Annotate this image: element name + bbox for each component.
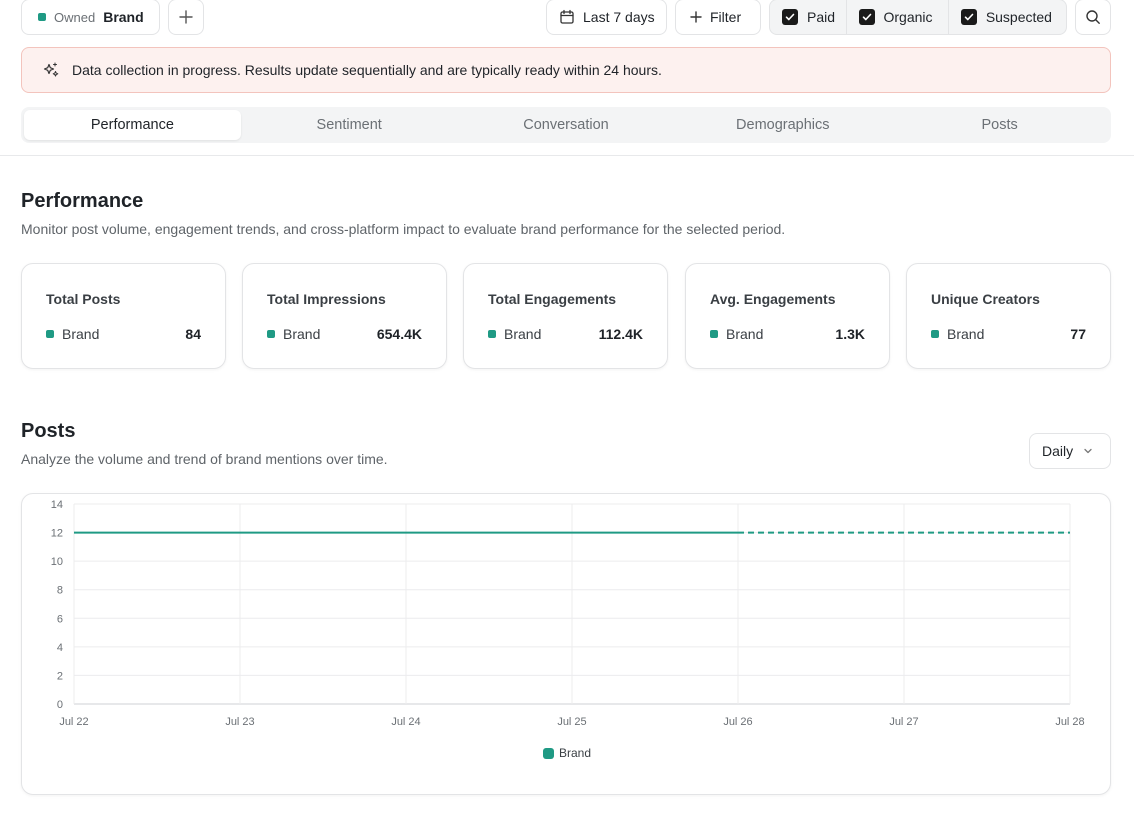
- legend-swatch: [542, 747, 554, 759]
- x-tick-label: Jul 26: [723, 716, 752, 728]
- stat-card-avg-engagements: Avg. Engagements Brand 1.3K: [685, 263, 890, 369]
- stat-card-label: Brand: [62, 326, 100, 342]
- brand-color-swatch: [488, 330, 496, 338]
- top-bar: Owned Brand Last 7 days Filter Paid Orga…: [0, 0, 1134, 40]
- brand-color-swatch: [931, 330, 939, 338]
- x-tick-label: Jul 28: [1055, 716, 1084, 728]
- plus-icon: [179, 10, 193, 24]
- brand-chip[interactable]: Owned Brand: [21, 0, 160, 35]
- header-divider: [0, 155, 1134, 156]
- filter-label: Filter: [710, 9, 742, 25]
- stat-card-title: Unique Creators: [931, 291, 1040, 307]
- filter-button[interactable]: Filter: [675, 0, 761, 35]
- toggle-paid-label: Paid: [807, 9, 836, 25]
- stat-card-label: Brand: [947, 326, 985, 342]
- stat-card-row: Brand 77: [931, 326, 1086, 342]
- stat-card-label: Brand: [504, 326, 542, 342]
- y-tick-label: 4: [57, 642, 63, 654]
- stat-card-title: Total Impressions: [267, 291, 386, 307]
- x-tick-label: Jul 27: [889, 716, 918, 728]
- stat-card-unique-creators: Unique Creators Brand 77: [906, 263, 1111, 369]
- interval-select[interactable]: Daily: [1029, 433, 1111, 469]
- y-tick-label: 0: [57, 699, 63, 711]
- toggle-organic-label: Organic: [883, 9, 933, 25]
- stat-card-title: Avg. Engagements: [710, 291, 836, 307]
- stat-card-value: 84: [185, 326, 201, 342]
- tab-demographics[interactable]: Demographics: [674, 110, 891, 140]
- tab-performance[interactable]: Performance: [24, 110, 241, 140]
- plus-icon: [690, 11, 702, 23]
- checkbox-checked-icon: [960, 9, 977, 25]
- add-brand-button[interactable]: [168, 0, 204, 35]
- stat-card-row: Brand 84: [46, 326, 201, 342]
- posts-title: Posts: [21, 420, 76, 442]
- sparkles-icon: [43, 62, 59, 77]
- y-tick-label: 2: [57, 670, 63, 682]
- stat-card-row: Brand 112.4K: [488, 326, 643, 342]
- stat-card-label: Brand: [726, 326, 764, 342]
- date-range-label: Last 7 days: [583, 9, 655, 25]
- brand-label: Brand: [103, 9, 144, 25]
- stat-card-value: 112.4K: [598, 326, 643, 342]
- y-tick-label: 12: [51, 528, 63, 540]
- stat-card-value: 654.4K: [376, 326, 422, 342]
- legend-label[interactable]: Brand: [559, 746, 591, 760]
- brand-color-swatch: [267, 330, 275, 338]
- post-type-toggle-group: Paid Organic Suspected: [769, 0, 1067, 35]
- stat-card-total-posts: Total Posts Brand 84: [21, 263, 226, 369]
- x-tick-label: Jul 22: [59, 716, 88, 728]
- tab-bar: Performance Sentiment Conversation Demog…: [21, 107, 1111, 143]
- toggle-suspected-label: Suspected: [985, 9, 1052, 25]
- search-icon: [1086, 10, 1100, 24]
- tab-sentiment[interactable]: Sentiment: [241, 110, 458, 140]
- chevron-down-icon: [1084, 448, 1092, 454]
- x-tick-label: Jul 24: [391, 716, 420, 728]
- tab-posts[interactable]: Posts: [891, 110, 1108, 140]
- x-tick-label: Jul 25: [557, 716, 586, 728]
- data-collection-notice: Data collection in progress. Results upd…: [21, 47, 1111, 93]
- brand-color-swatch: [38, 13, 46, 21]
- search-button[interactable]: [1075, 0, 1111, 35]
- x-tick-label: Jul 23: [225, 716, 254, 728]
- toggle-suspected[interactable]: Suspected: [949, 0, 1066, 34]
- toggle-organic[interactable]: Organic: [847, 0, 949, 34]
- stat-card-value: 77: [1070, 326, 1086, 342]
- stat-card-value: 1.3K: [835, 326, 865, 342]
- checkbox-checked-icon: [782, 9, 798, 25]
- interval-select-value: Daily: [1042, 443, 1074, 459]
- stat-card-total-engagements: Total Engagements Brand 112.4K: [463, 263, 668, 369]
- tab-conversation[interactable]: Conversation: [458, 110, 675, 140]
- owned-label: Owned: [54, 9, 96, 25]
- checkbox-checked-icon: [858, 9, 875, 25]
- y-tick-label: 8: [57, 585, 63, 597]
- calendar-icon: [560, 9, 574, 24]
- stat-card-row: Brand 1.3K: [710, 326, 865, 342]
- stat-card-total-impressions: Total Impressions Brand 654.4K: [242, 263, 447, 369]
- posts-line-chart: 0 2 4 6 8 10 12 14 Jul 22 Jul 23 Jul 24 Jul 25 Jul 2…: [51, 499, 1085, 728]
- brand-color-swatch: [46, 330, 54, 338]
- stat-card-title: Total Engagements: [488, 291, 617, 307]
- toggle-paid[interactable]: Paid: [770, 0, 847, 34]
- brand-color-swatch: [710, 330, 718, 338]
- posts-chart-card: 0 2 4 6 8 10 12 14 Jul 22 Jul 23 Jul 24 Jul 25 Jul 2…: [21, 493, 1111, 795]
- stat-card-row: Brand 654.4K: [267, 326, 422, 342]
- y-tick-label: 10: [51, 556, 63, 568]
- date-range-button[interactable]: Last 7 days: [546, 0, 667, 35]
- performance-subtitle: Monitor post volume, engagement trends, …: [21, 221, 786, 237]
- y-tick-label: 6: [57, 613, 63, 625]
- stat-card-title: Total Posts: [46, 291, 121, 307]
- y-tick-label: 14: [51, 499, 63, 511]
- chart-legend: Brand: [22, 746, 1112, 760]
- performance-title: Performance: [21, 190, 144, 212]
- stat-card-label: Brand: [283, 326, 321, 342]
- notice-text: Data collection in progress. Results upd…: [72, 62, 662, 78]
- posts-subtitle: Analyze the volume and trend of brand me…: [21, 451, 388, 467]
